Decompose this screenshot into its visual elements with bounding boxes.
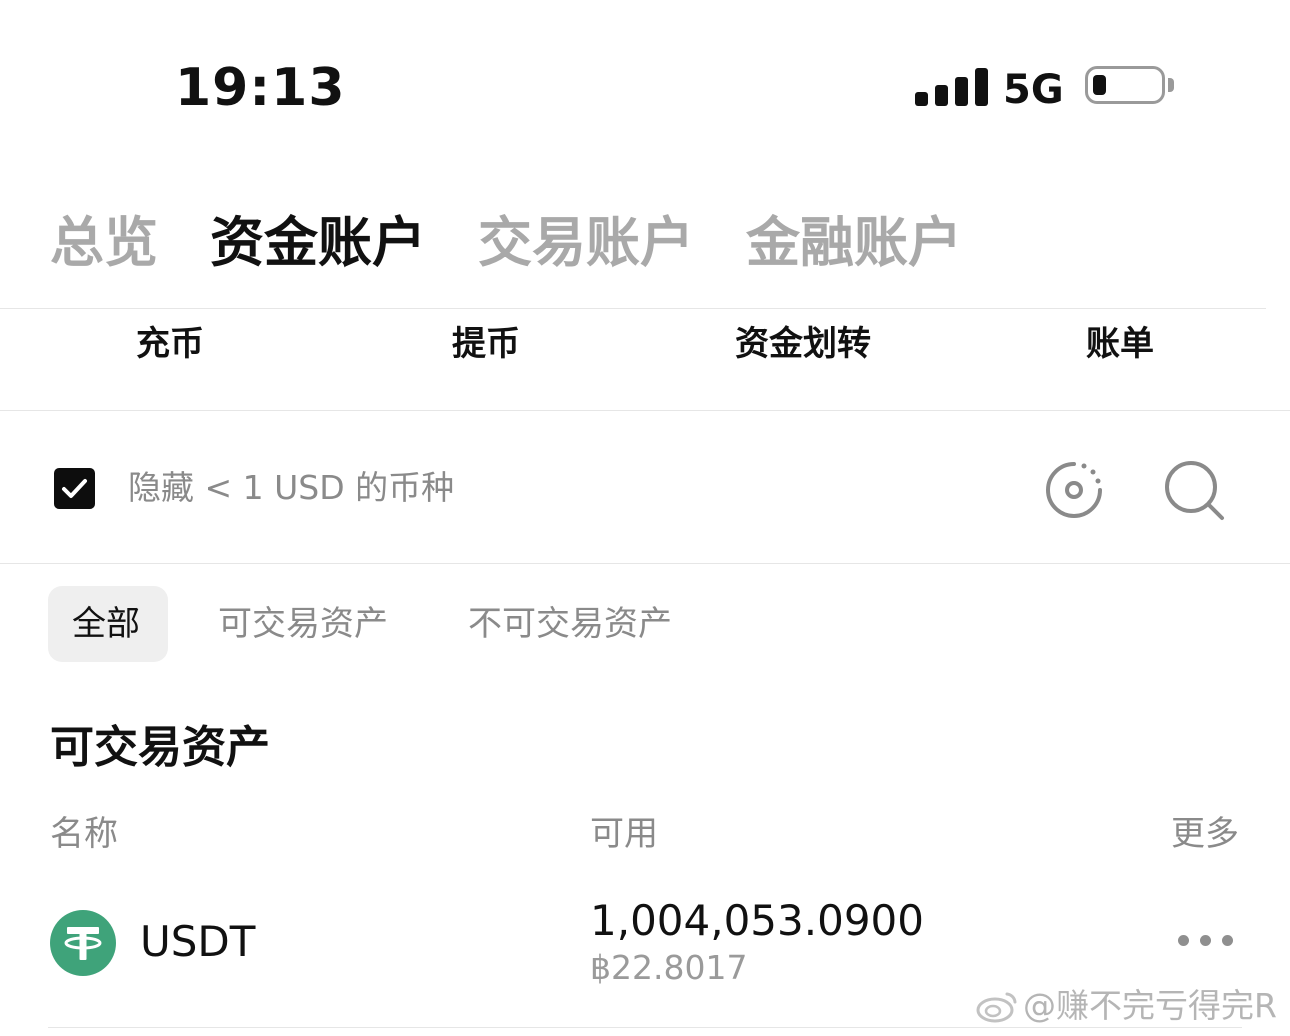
hide-small-checkbox[interactable]	[54, 468, 95, 509]
tab-trading-account[interactable]: 交易账户	[478, 208, 694, 278]
signal-icon	[915, 68, 988, 106]
segment-non-tradable[interactable]: 不可交易资产	[468, 600, 672, 648]
asset-available: 1,004,053.0900	[590, 896, 924, 945]
filter-divider	[0, 563, 1290, 564]
more-icon[interactable]	[1178, 935, 1233, 946]
actions-divider	[0, 410, 1290, 411]
asset-name[interactable]: USDT	[140, 914, 255, 970]
account-tabs: 总览 资金账户 交易账户 金融账户	[50, 208, 962, 278]
column-header-more: 更多	[1171, 814, 1239, 854]
tab-finance-account[interactable]: 金融账户	[746, 208, 962, 278]
section-title: 可交易资产	[50, 722, 270, 773]
weibo-icon	[976, 992, 1017, 1023]
withdraw-button[interactable]: 提币	[452, 318, 520, 370]
action-bar: 充币 提币 资金划转 账单	[0, 318, 1290, 370]
watermark-text: @赚不完亏得完R	[1023, 986, 1277, 1025]
bill-button[interactable]: 账单	[1086, 318, 1154, 370]
battery-icon	[1085, 66, 1165, 104]
search-icon[interactable]	[1162, 458, 1226, 522]
status-time: 19:13	[175, 58, 346, 118]
tab-funding-account[interactable]: 资金账户	[210, 208, 426, 278]
tab-overview[interactable]: 总览	[50, 208, 158, 278]
checkmark-icon	[62, 479, 87, 498]
network-type: 5G	[1003, 67, 1064, 113]
segment-tradable[interactable]: 可交易资产	[218, 600, 388, 648]
hide-small-label: 隐藏 < 1 USD 的币种	[128, 468, 455, 507]
column-header-name: 名称	[50, 814, 118, 854]
segment-all-label[interactable]: 全部	[72, 600, 140, 648]
tabs-divider	[0, 308, 1266, 309]
target-icon[interactable]	[1042, 458, 1106, 522]
tether-icon	[50, 910, 116, 976]
watermark: @赚不完亏得完R	[975, 984, 1277, 1028]
battery-cap	[1168, 78, 1174, 92]
asset-available-fiat: ฿22.8017	[590, 948, 748, 987]
deposit-button[interactable]: 充币	[136, 318, 204, 370]
column-header-available: 可用	[590, 814, 658, 854]
transfer-button[interactable]: 资金划转	[735, 318, 871, 370]
